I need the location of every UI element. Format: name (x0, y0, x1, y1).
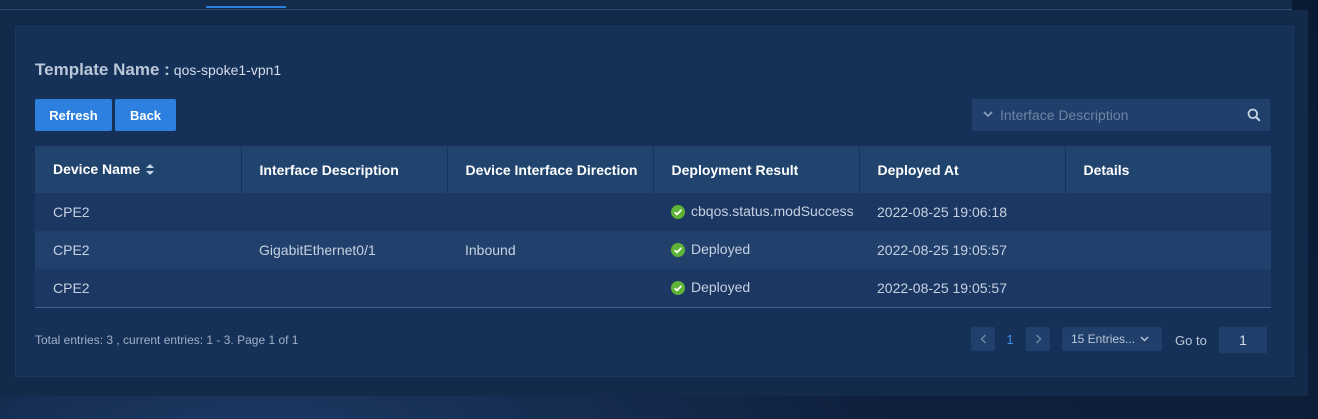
deployment-result-text: Deployed (691, 278, 751, 295)
table-header-row: Device Name Interface Description Device… (35, 146, 1271, 193)
cell-device-name: CPE2 (35, 193, 241, 231)
cell-details[interactable] (1065, 231, 1271, 269)
cell-deployment-result: Deployed (653, 231, 859, 269)
chevron-left-icon (979, 334, 986, 344)
pagination-summary: Total entries: 3 , current entries: 1 - … (35, 333, 299, 347)
cell-details[interactable] (1065, 269, 1271, 308)
cell-details[interactable] (1065, 193, 1271, 231)
template-name-row: Template Name : qos-spoke1-vpn1 (35, 60, 281, 80)
column-header-deployment-result: Deployment Result (653, 146, 860, 193)
search-input[interactable] (1000, 107, 1238, 123)
column-header-deployed-at: Deployed At (859, 146, 1066, 193)
refresh-button[interactable]: Refresh (35, 99, 112, 131)
cell-deployment-result: cbqos.status.modSuccess (653, 193, 859, 231)
cell-interface-description (241, 269, 447, 308)
top-tab-bar (0, 0, 1292, 10)
cell-deployed-at: 2022-08-25 19:06:18 (859, 193, 1065, 231)
template-name-value: qos-spoke1-vpn1 (173, 62, 282, 78)
cell-direction (447, 269, 653, 308)
table-row[interactable]: CPE2 cbqos.status.modSuccess 2022-08-25 … (35, 193, 1271, 231)
deployment-table: Device Name Interface Description Device… (35, 146, 1271, 308)
cell-device-name: CPE2 (35, 269, 241, 308)
goto-label: Go to (1175, 333, 1207, 348)
check-circle-icon (671, 204, 685, 222)
column-header-interface-description: Interface Description (241, 146, 448, 193)
cell-direction (447, 193, 653, 231)
deployment-result-text: Deployed (691, 240, 751, 257)
cell-device-name: CPE2 (35, 231, 241, 269)
back-button[interactable]: Back (115, 99, 176, 131)
chevron-right-icon (1035, 334, 1042, 344)
search-icon[interactable] (1238, 108, 1270, 122)
column-header-device-name[interactable]: Device Name (35, 146, 242, 193)
page-size-value: 15 Entries... (1071, 332, 1136, 346)
active-tab-indicator (206, 6, 286, 8)
deployment-result-text: cbqos.status.modSuccess (691, 202, 854, 219)
search-box (972, 99, 1270, 131)
chevron-down-icon (1140, 334, 1149, 345)
page-size-select[interactable]: 15 Entries... (1062, 327, 1162, 351)
chevron-down-icon[interactable] (976, 109, 1000, 121)
table-row[interactable]: CPE2 Deployed 2022-08-25 19:05:57 (35, 269, 1271, 308)
check-circle-icon (671, 242, 685, 260)
cell-interface-description (241, 193, 447, 231)
cell-deployed-at: 2022-08-25 19:05:57 (859, 269, 1065, 308)
cell-deployed-at: 2022-08-25 19:05:57 (859, 231, 1065, 269)
cell-deployment-result: Deployed (653, 269, 859, 308)
check-circle-icon (671, 280, 685, 298)
column-header-details: Details (1065, 146, 1271, 193)
next-page-button[interactable] (1026, 327, 1050, 351)
cell-direction: Inbound (447, 231, 653, 269)
table-row[interactable]: CPE2 GigabitEthernet0/1 Inbound Deployed… (35, 231, 1271, 269)
template-name-label: Template Name : (35, 60, 170, 79)
column-header-device-interface-direction: Device Interface Direction (447, 146, 654, 193)
cell-interface-description: GigabitEthernet0/1 (241, 231, 447, 269)
page-number-current[interactable]: 1 (1001, 332, 1019, 347)
previous-page-button[interactable] (971, 327, 995, 351)
sort-icon[interactable] (146, 162, 155, 178)
goto-page-input[interactable] (1219, 327, 1267, 353)
